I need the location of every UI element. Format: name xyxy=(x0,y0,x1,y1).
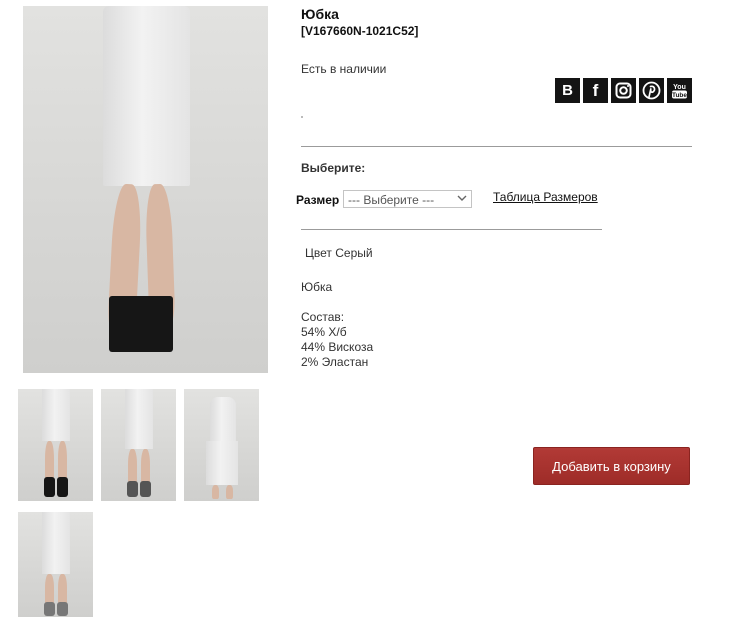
thumbnail-2[interactable] xyxy=(101,389,176,501)
main-product-image[interactable] xyxy=(23,6,268,373)
facebook-icon[interactable]: f xyxy=(583,78,608,103)
size-select[interactable]: --- Выберите --- xyxy=(343,190,472,208)
composition-item: 54% Х/б xyxy=(301,325,347,339)
composition-item: 44% Вискоза xyxy=(301,340,374,354)
pinterest-icon[interactable] xyxy=(639,78,664,103)
size-select-value: --- Выберите --- xyxy=(348,193,435,207)
thumbnail-4[interactable] xyxy=(18,512,93,617)
add-to-cart-button[interactable]: Добавить в корзину xyxy=(533,447,690,485)
product-sku: [V167660N-1021C52] xyxy=(301,24,419,38)
youtube-icon[interactable]: You Tube xyxy=(667,78,692,103)
svg-text:You: You xyxy=(673,84,686,91)
composition-label: Состав: xyxy=(301,310,345,324)
chevron-down-icon xyxy=(457,192,467,207)
availability-status: Есть в наличии xyxy=(301,62,387,76)
product-title: Юбка xyxy=(301,6,339,22)
divider-dot xyxy=(301,116,303,118)
vk-icon[interactable]: В xyxy=(555,78,580,103)
facebook-glyph: f xyxy=(592,80,599,100)
description-name: Юбка xyxy=(301,280,333,294)
vk-glyph: В xyxy=(562,82,573,99)
size-label: Размер xyxy=(296,193,340,207)
composition-item: 2% Эластан xyxy=(301,355,369,369)
options-heading: Выберите: xyxy=(301,161,366,175)
thumbnail-3[interactable] xyxy=(184,389,259,501)
divider xyxy=(301,146,692,147)
product-description: Юбка Состав: 54% Х/б 44% Вискоза 2% Элас… xyxy=(301,280,373,370)
divider xyxy=(301,229,602,230)
instagram-icon[interactable] xyxy=(611,78,636,103)
svg-text:Tube: Tube xyxy=(672,92,687,99)
thumbnail-1[interactable] xyxy=(18,389,93,501)
product-color: Цвет Серый xyxy=(305,246,373,260)
size-table-link[interactable]: Таблица Размеров xyxy=(493,190,598,204)
